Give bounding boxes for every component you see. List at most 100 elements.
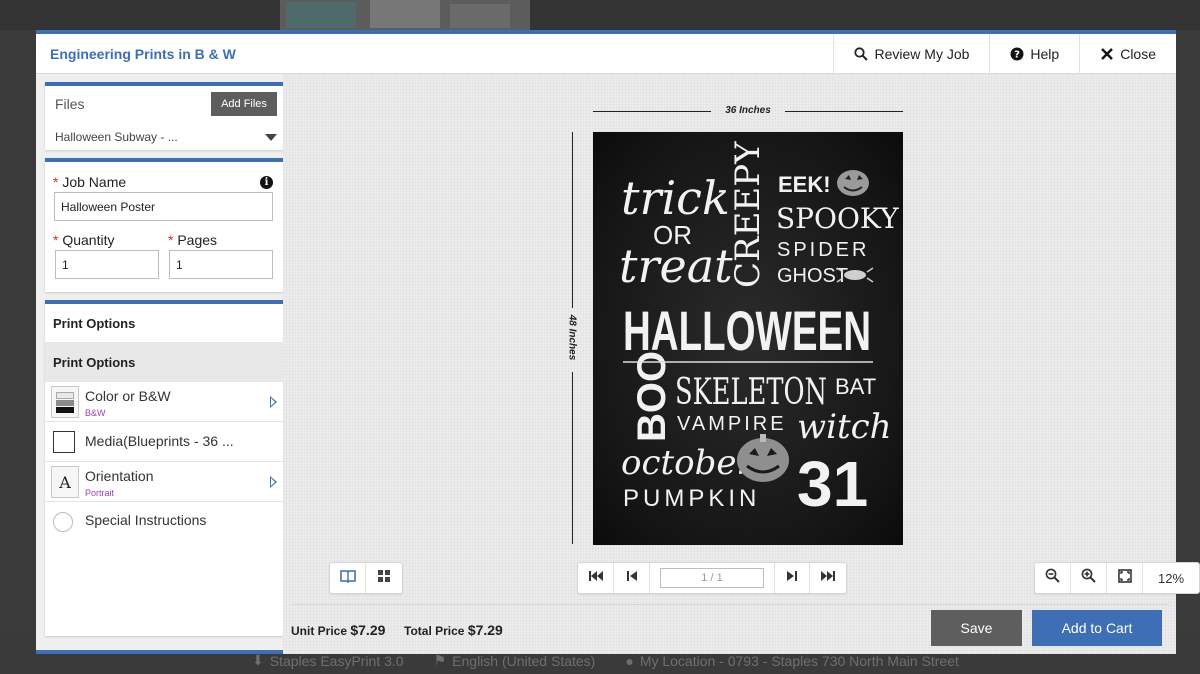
option-value: Portrait [85,488,115,498]
backdrop-footer-links: ⬇ Staples EasyPrint 3.0 ⚑ English (United … [252,652,959,669]
close-button[interactable]: Close [1079,34,1176,74]
unit-price-label: Unit Price [291,624,348,638]
review-my-job-label: Review My Job [874,46,970,62]
option-media[interactable]: Media(Blueprints - 36 ... [45,422,283,462]
job-name-label: * Job Name [53,174,127,190]
zoom-out-button[interactable] [1035,563,1071,593]
view-mode-toggle [329,562,403,594]
first-page-icon [588,569,603,587]
backdrop-thumbnail [280,0,530,30]
last-page-icon [821,569,835,587]
review-my-job-button[interactable]: Review My Job [833,34,989,74]
fit-screen-icon [1117,568,1132,588]
orientation-glyph: A [59,473,71,492]
file-select[interactable]: Halloween Subway - ... [55,130,178,144]
files-card: Files Add Files Halloween Subway - ... [45,82,283,150]
poster-word: CREEPY [728,141,768,288]
chevron-right-icon [270,476,277,488]
previous-page-button[interactable] [614,563,650,593]
poster-preview: trick OR treat CREEPY EEK! SPOOKY SPIDER… [593,132,903,545]
poster-word: treat [619,239,733,293]
pumpkin-icon [737,434,789,482]
close-label: Close [1120,46,1156,62]
option-special-instructions[interactable]: Special Instructions [45,502,283,542]
files-label: Files [55,96,85,112]
poster-word: trick [621,171,730,225]
print-options-section[interactable]: Print Options [45,342,283,382]
option-label: Media(Blueprints - 36 ... [85,433,234,449]
print-options-title: Print Options [45,304,283,342]
poster-word: BAT [835,374,876,399]
backdrop-thumb-image-3 [450,4,510,28]
close-icon [1100,47,1114,61]
question-circle-icon: ? [1010,47,1024,61]
zoom-in-button[interactable] [1071,563,1107,593]
help-label: Help [1030,46,1060,62]
fit-to-page-button[interactable] [1107,563,1143,593]
left-panel: Files Add Files Halloween Subway - ... *… [45,82,283,644]
radio-icon[interactable] [53,512,73,532]
quantity-input[interactable]: 1 [55,250,159,279]
page-navigator: 1 / 1 [577,562,847,594]
job-details-card: * Job Name i Halloween Poster * Quantity… [45,158,283,292]
single-page-view-button[interactable] [330,563,366,593]
option-orientation[interactable]: A Orientation Portrait [45,462,283,502]
height-dimension: 48 Inches [566,132,578,544]
preview-area: 36 Inches 48 Inches trick OR treat CREEP… [283,74,1200,654]
height-dimension-label: 48 Inches [566,314,578,361]
pumpkin-icon [837,170,869,196]
dimension-line [572,132,573,308]
download-icon: ⬇ [252,652,264,668]
poster-word: october [621,443,755,483]
svg-text:?: ? [1015,50,1021,61]
poster-word: 31 [797,448,868,520]
add-to-cart-button[interactable]: Add to Cart [1032,610,1162,646]
color-bw-icon [51,386,79,418]
divider [291,604,1169,605]
zoom-level: 12% [1157,570,1185,586]
next-page-button[interactable] [774,563,810,593]
zoom-in-icon [1081,568,1096,588]
last-page-button[interactable] [810,563,846,593]
previous-page-icon [626,569,637,587]
flag-icon: ⚑ [433,652,447,668]
grid-icon [377,569,391,588]
first-page-button[interactable] [578,563,614,593]
unit-price: Unit Price $7.29 [291,622,385,638]
pages-input[interactable]: 1 [169,250,273,279]
page-number-input[interactable]: 1 / 1 [660,568,764,588]
chevron-down-icon[interactable] [265,134,277,141]
option-value: B&W [85,408,106,418]
required-marker: * [53,232,59,248]
poster-word: witch [797,407,892,447]
backdrop-language: ⚑ English (United States) [433,652,596,669]
print-job-modal: Engineering Prints in B & W Review My Jo… [36,30,1200,654]
pages-label: * Pages [168,232,218,248]
help-button[interactable]: ? Help [989,34,1079,74]
chevron-right-icon [270,396,277,408]
add-files-button[interactable]: Add Files [211,92,277,116]
backdrop-location: ● My Location - 0793 - Staples 730 North … [625,652,959,669]
job-name-input[interactable]: Halloween Poster [54,192,273,221]
checkbox-icon[interactable] [53,431,75,453]
grid-view-button[interactable] [366,563,402,593]
option-label: Special Instructions [85,512,207,528]
print-options-card: Print Options Print Options Color or B&W… [45,300,283,636]
poster-word: SPOOKY [776,202,899,235]
search-icon [854,47,869,61]
quantity-label: * Quantity [53,232,115,248]
orientation-icon: A [51,466,79,498]
backdrop-page-header [0,0,1200,30]
unit-price-value: $7.29 [350,622,386,638]
location-pin-icon: ● [625,652,634,669]
poster-artwork: trick OR treat CREEPY EEK! SPOOKY SPIDER… [619,141,899,520]
save-button[interactable]: Save [931,610,1022,646]
option-color-bw[interactable]: Color or B&W B&W [45,382,283,422]
width-dimension-label: 36 Inches [725,105,771,116]
poster-word: PUMPKIN [623,485,760,512]
next-page-icon [787,569,797,587]
info-icon[interactable]: i [260,176,273,189]
book-icon [339,569,356,588]
poster-word: SPIDER [777,239,869,261]
total-price: Total Price $7.29 [404,622,503,638]
